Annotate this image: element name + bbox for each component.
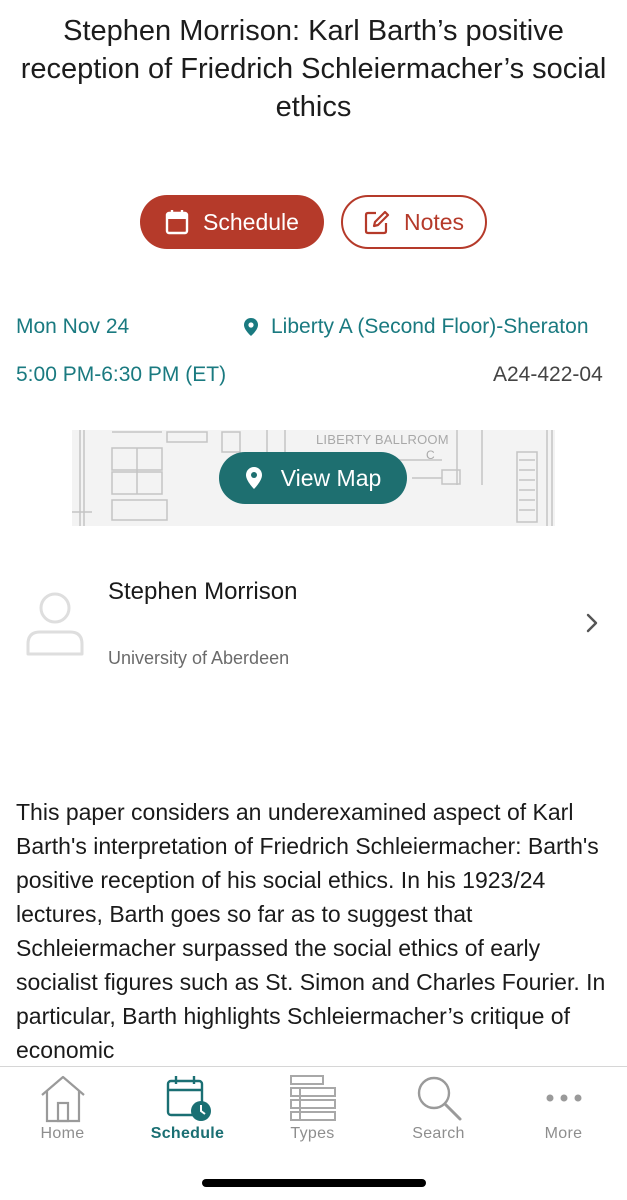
session-location[interactable]: Liberty A (Second Floor)-Sheraton: [243, 314, 589, 340]
more-icon: [501, 1073, 626, 1123]
session-time: 5:00 PM-6:30 PM (ET): [16, 363, 227, 386]
schedule-button[interactable]: Schedule: [140, 195, 324, 249]
tab-search-label: Search: [412, 1125, 465, 1142]
notes-button[interactable]: Notes: [341, 195, 487, 249]
tab-schedule-label: Schedule: [150, 1125, 225, 1142]
session-detail-screen: Stephen Morrison: Karl Barth’s positive …: [0, 0, 627, 1200]
map-room-label: LIBERTY BALLROOM: [316, 432, 449, 447]
view-map-button[interactable]: View Map: [219, 452, 407, 504]
chevron-right-icon: [585, 612, 599, 639]
map-pin-icon: [245, 466, 263, 490]
tab-more-label: More: [544, 1125, 583, 1142]
types-icon: [250, 1073, 375, 1123]
tab-types-label: Types: [290, 1125, 335, 1142]
calendar-icon: [165, 209, 189, 235]
session-date: Mon Nov 24: [16, 315, 130, 338]
schedule-icon: [125, 1073, 250, 1123]
session-code: A24-422-04: [493, 363, 603, 386]
home-icon: [0, 1073, 125, 1123]
person-placeholder-icon: [22, 588, 88, 665]
view-map-label: View Map: [280, 464, 382, 491]
tab-types[interactable]: Types: [250, 1067, 375, 1157]
schedule-button-label: Schedule: [203, 208, 299, 235]
notes-button-label: Notes: [403, 208, 465, 235]
speaker-affiliation: University of Aberdeen: [108, 648, 290, 668]
map-section-label: C: [426, 448, 435, 462]
search-icon: [376, 1073, 501, 1123]
tab-home-label: Home: [40, 1125, 85, 1142]
session-description: This paper considers an underexamined as…: [16, 799, 606, 1063]
home-indicator[interactable]: [202, 1179, 426, 1187]
location-label: Liberty A (Second Floor)-Sheraton: [271, 315, 589, 338]
edit-notes-icon: [364, 209, 390, 235]
tab-schedule[interactable]: Schedule: [125, 1067, 250, 1157]
tab-search[interactable]: Search: [376, 1067, 501, 1157]
location-pin-icon: [243, 317, 259, 337]
page-title: Stephen Morrison: Karl Barth’s positive …: [20, 15, 607, 123]
tab-home[interactable]: Home: [0, 1067, 125, 1157]
tab-more[interactable]: More: [501, 1067, 626, 1157]
speaker-name: Stephen Morrison: [108, 578, 298, 605]
